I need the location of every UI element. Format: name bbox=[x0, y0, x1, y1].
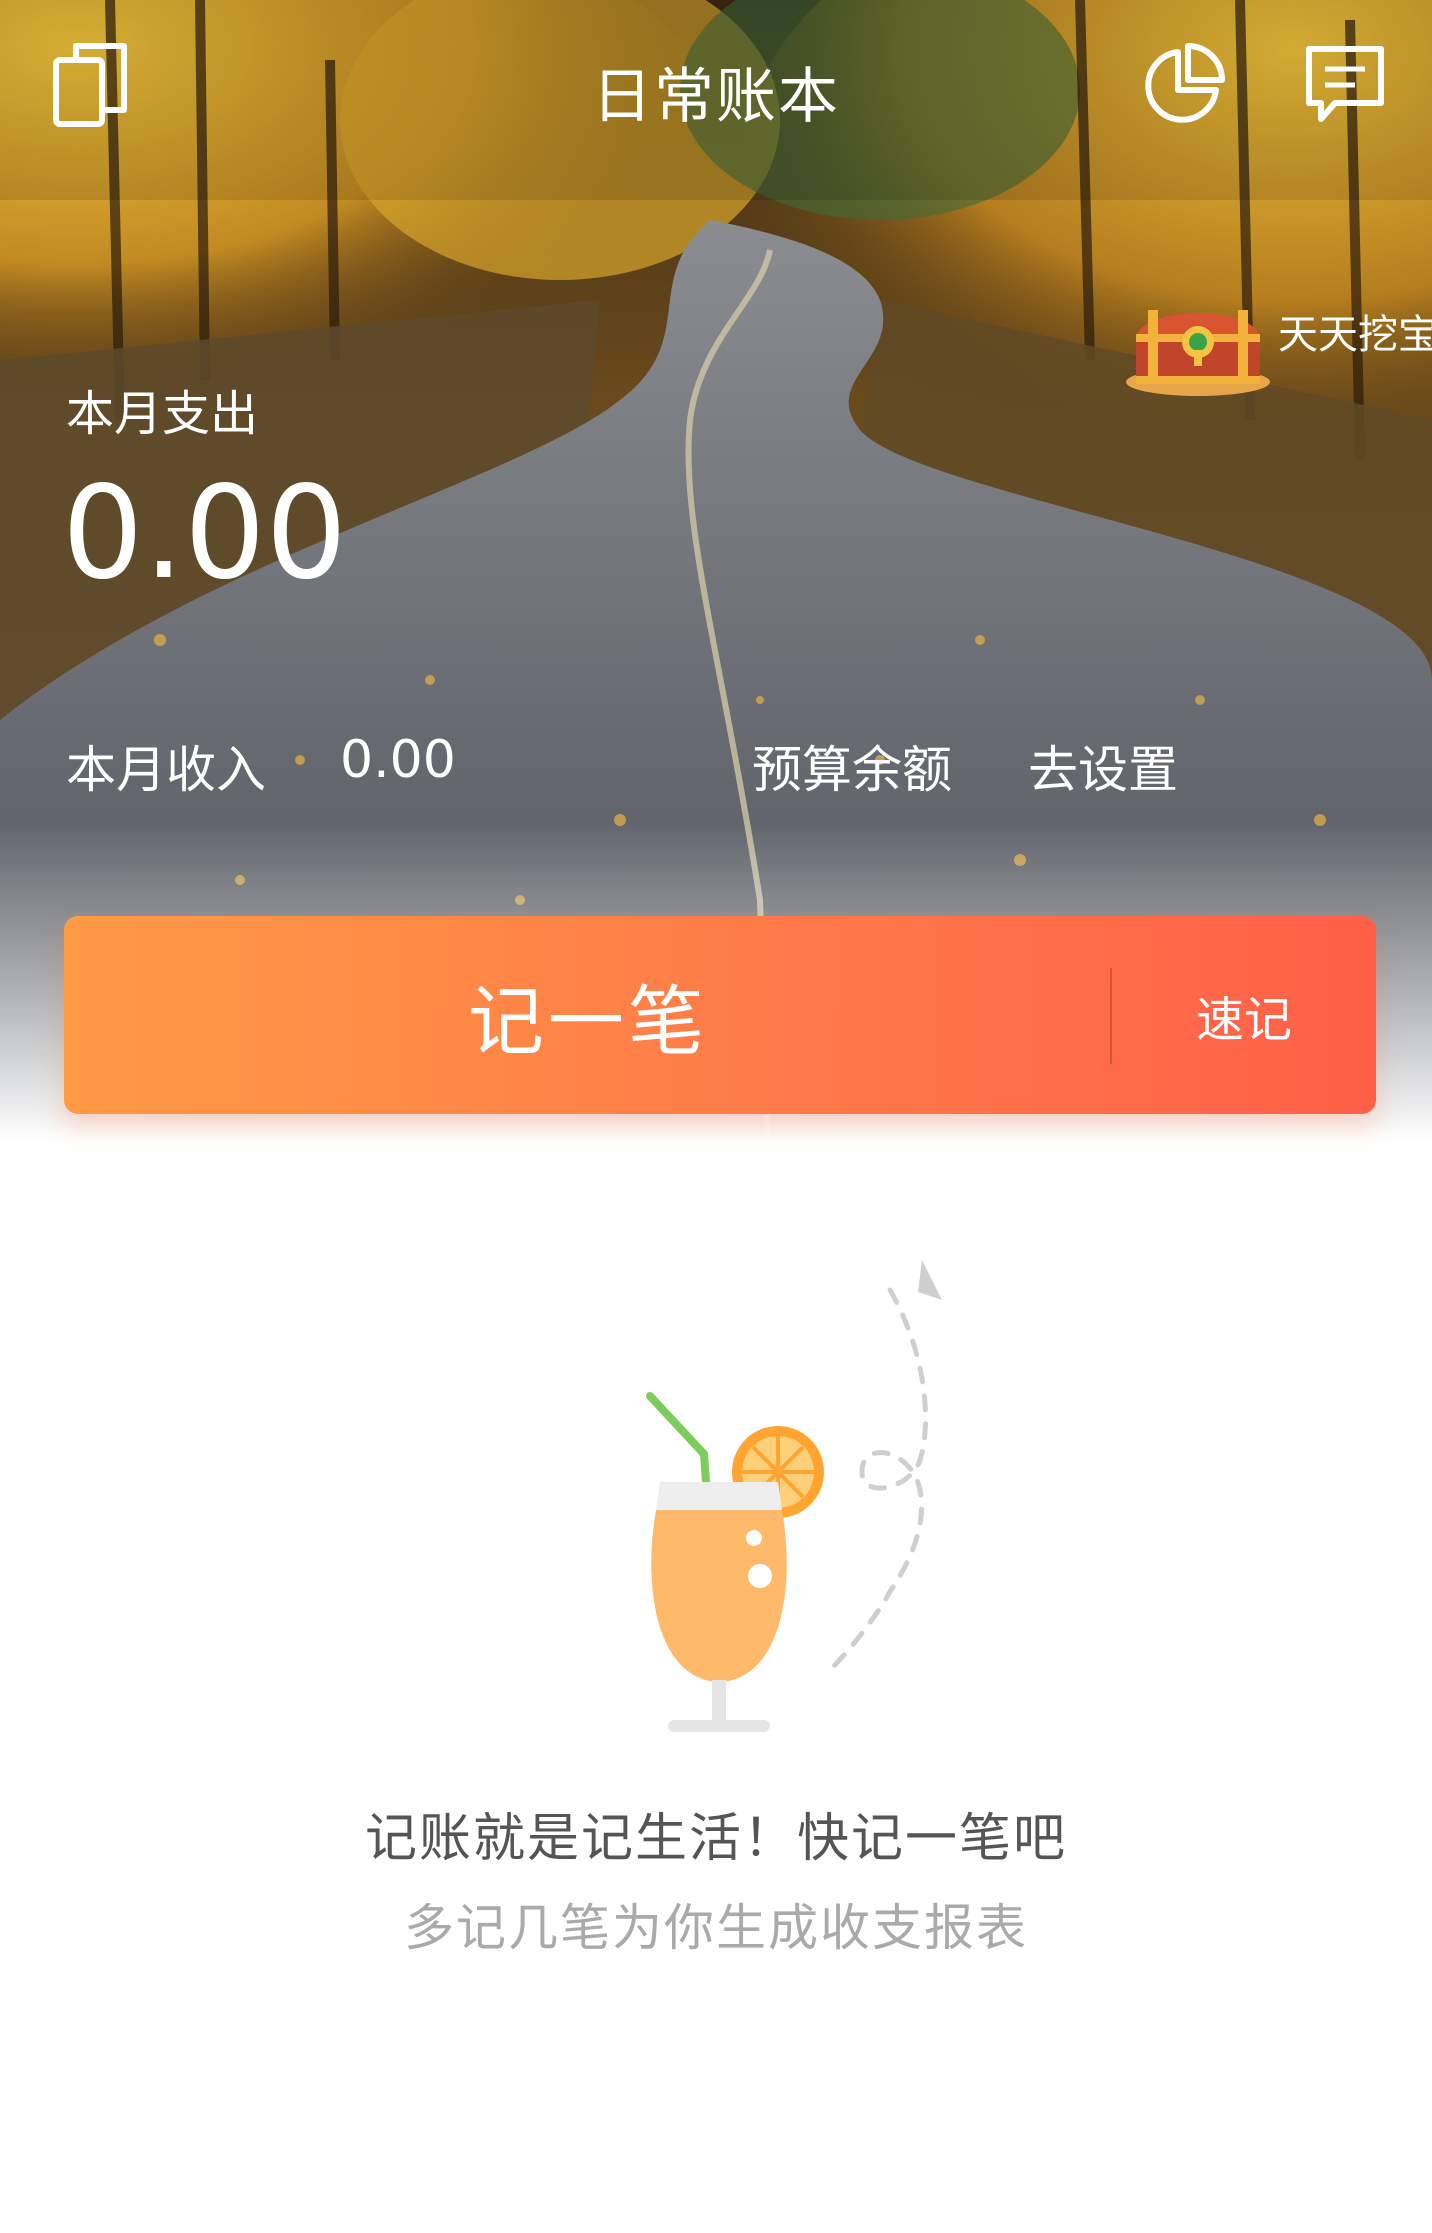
month-expense-label: 本月支出 bbox=[66, 386, 259, 442]
summary-row: 本月收入 0.00 预算余额 去设置 bbox=[0, 730, 1432, 800]
juice-glass-icon bbox=[646, 1260, 942, 1732]
month-income-value: 0.00 bbox=[340, 730, 456, 790]
budget-balance-label: 预算余额 bbox=[752, 741, 952, 799]
empty-state-title: 记账就是记生活！快记一笔吧 bbox=[364, 1809, 1067, 1869]
month-expense-value: 0.00 bbox=[62, 459, 347, 608]
empty-state-subtitle: 多记几笔为你生成收支报表 bbox=[404, 1899, 1028, 1957]
record-bar: 记一笔 速记 bbox=[64, 916, 1376, 1114]
treasure-promo[interactable]: 天天挖宝 bbox=[1118, 290, 1432, 410]
top-bar: 日常账本 bbox=[0, 0, 1432, 170]
quick-record-button[interactable]: 速记 bbox=[1112, 916, 1376, 1114]
pie-chart-icon bbox=[1145, 43, 1225, 123]
report-button[interactable] bbox=[1128, 30, 1238, 140]
record-button[interactable]: 记一笔 bbox=[64, 916, 1112, 1114]
message-icon bbox=[1306, 46, 1384, 122]
treasure-label: 天天挖宝 bbox=[1278, 312, 1432, 358]
treasure-chest-icon bbox=[1126, 310, 1270, 396]
budget-setup-link[interactable]: 去设置 bbox=[1028, 730, 1178, 802]
month-income-label: 本月收入 bbox=[66, 741, 266, 799]
empty-state-illustration bbox=[600, 1170, 1020, 1750]
message-button[interactable] bbox=[1290, 30, 1400, 140]
